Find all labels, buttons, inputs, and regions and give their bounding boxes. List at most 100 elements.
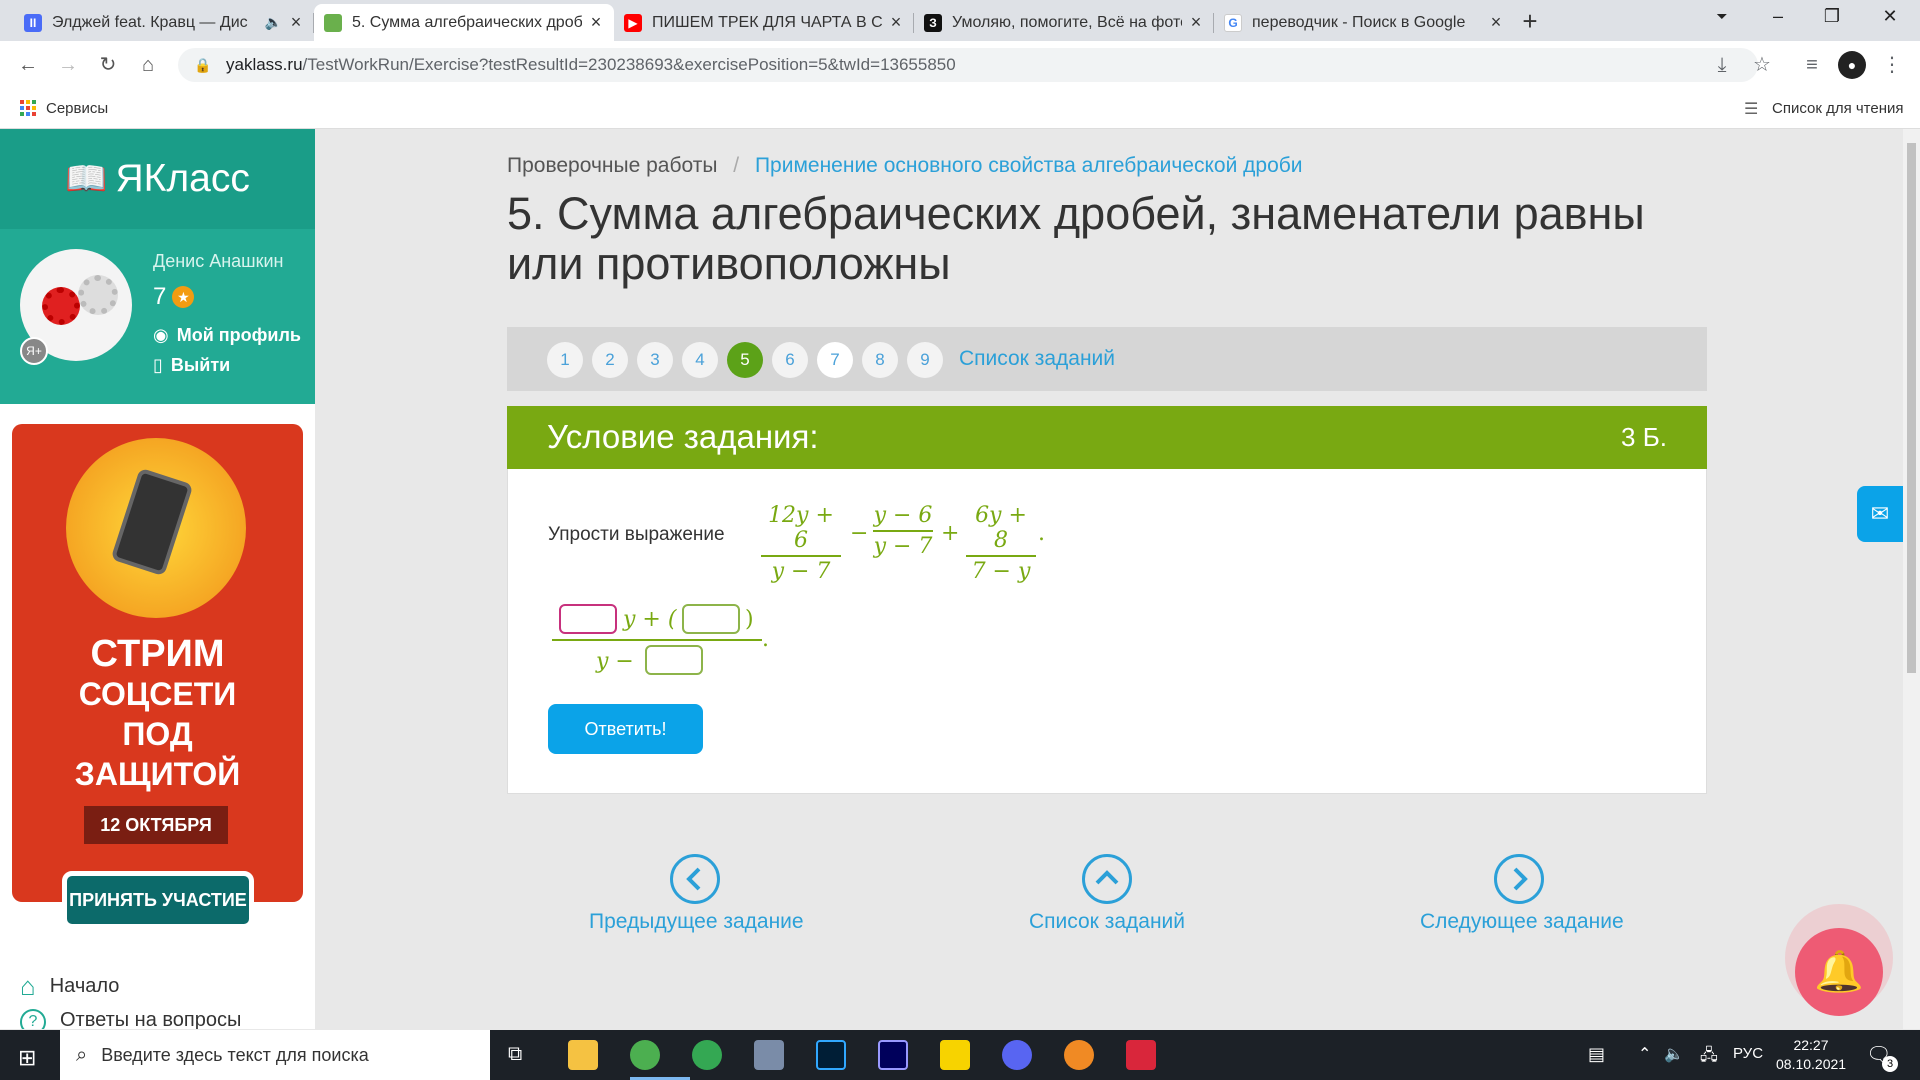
chrome-icon[interactable] (692, 1040, 722, 1070)
breadcrumb-root[interactable]: Проверочные работы (507, 154, 717, 177)
news-widget-icon[interactable]: ▤ (1588, 1044, 1605, 1065)
rank-badge-icon: Я+ (20, 337, 48, 365)
answer-denominator-input[interactable] (645, 645, 703, 675)
page-number[interactable]: 3 (637, 342, 673, 378)
math-period: . (1038, 521, 1045, 546)
next-task-link[interactable]: Следующее задание (1420, 910, 1624, 934)
bookmark-star-icon[interactable]: ☆ (1748, 51, 1776, 79)
tab-yaklass[interactable]: 5. Сумма алгебраических дробе × (314, 4, 614, 41)
close-icon[interactable]: × (588, 12, 604, 33)
page-number[interactable]: 8 (862, 342, 898, 378)
yaklass-logo[interactable]: 📖 ЯКласс (0, 129, 315, 229)
bell-icon[interactable]: 🔔 (1795, 928, 1883, 1016)
task-list-bottom-link[interactable]: Список заданий (1029, 910, 1185, 934)
answer-numerator-coef-input[interactable] (559, 604, 617, 634)
task-body: Упрости выражение 12y + 6 y − 7 − y − 6 … (507, 469, 1707, 794)
page-number-current[interactable]: 5 (727, 342, 763, 378)
network-icon[interactable]: 🖧 (1700, 1044, 1718, 1071)
task-prompt: Упрости выражение (548, 524, 725, 545)
window-close-icon[interactable]: ✕ (1870, 6, 1910, 34)
chrome-icon[interactable] (630, 1040, 660, 1070)
prev-task-link[interactable]: Предыдущее задание (589, 910, 804, 934)
tab-music[interactable]: II Элджей feat. Кравц — Дис 🔈 × (14, 4, 314, 41)
photoshop-icon[interactable] (816, 1040, 846, 1070)
new-tab-plus-icon[interactable]: + (1516, 8, 1544, 36)
reload-icon[interactable]: ↻ (94, 51, 122, 79)
phone-explosion-illustration (66, 438, 246, 618)
page-scrollbar[interactable] (1903, 129, 1920, 1029)
breadcrumb-current[interactable]: Применение основного свойства алгебраиче… (755, 154, 1303, 177)
install-icon[interactable]: ⤓ (1708, 51, 1736, 79)
close-icon[interactable]: × (1188, 12, 1204, 33)
tab-google[interactable]: G переводчик - Поиск в Google × (1214, 4, 1514, 41)
page-number[interactable]: 7 (817, 342, 853, 378)
bookmarks-apps-link[interactable]: Сервисы (46, 100, 108, 117)
chevron-left-icon[interactable] (670, 854, 720, 904)
user-name[interactable]: Денис Анашкин (153, 251, 283, 272)
logout-link[interactable]: ▯ Выйти (153, 355, 230, 376)
clock-time: 22:27 (1793, 1037, 1829, 1053)
page-number[interactable]: 6 (772, 342, 808, 378)
page-number[interactable]: 4 (682, 342, 718, 378)
promo-participate-button[interactable]: ПРИНЯТЬ УЧАСТИЕ (62, 871, 254, 929)
page-number[interactable]: 2 (592, 342, 628, 378)
sidebar-item-answers[interactable]: ? Ответы на вопросы (20, 1009, 241, 1029)
scrollbar-thumb[interactable] (1907, 143, 1916, 673)
submit-answer-button[interactable]: Ответить! (548, 704, 703, 754)
logo-text: ЯКласс (115, 157, 250, 200)
close-icon[interactable]: × (1488, 12, 1504, 33)
fraction-bar (761, 555, 841, 557)
page-number[interactable]: 1 (547, 342, 583, 378)
star-icon: ★ (172, 286, 195, 308)
taskbar-search-placeholder: Введите здесь текст для поиска (101, 1044, 369, 1065)
gear-icon (42, 287, 80, 325)
screen-recorder-icon[interactable] (1126, 1040, 1156, 1070)
task-view-icon[interactable]: ⧉ (508, 1043, 522, 1066)
task-points: 3 Б. (1621, 422, 1667, 452)
close-icon[interactable]: × (288, 12, 304, 33)
forward-arrow-icon[interactable]: → (54, 51, 82, 79)
taskbar-search[interactable]: ⌕ Введите здесь текст для поиска (60, 1030, 490, 1080)
file-explorer-icon[interactable] (568, 1040, 598, 1070)
fl-studio-icon[interactable] (1064, 1040, 1094, 1070)
back-arrow-icon[interactable]: ← (14, 51, 42, 79)
answer-paren: ) (745, 607, 754, 632)
reading-list-icon[interactable]: ☰ (1744, 99, 1758, 119)
media-control-icon[interactable]: ≡ (1798, 51, 1826, 79)
volume-icon[interactable]: 🔈 (1664, 1044, 1684, 1064)
profile-link[interactable]: ◉ Мой профиль (153, 325, 301, 346)
speaker-icon[interactable]: 🔈 (265, 14, 282, 31)
windows-start-icon[interactable]: ⊞ (18, 1045, 36, 1071)
restore-icon[interactable]: ❐ (1812, 6, 1852, 34)
media-player-icon[interactable] (754, 1040, 784, 1070)
promo-banner[interactable]: СТРИМ СОЦСЕТИ ПОД ЗАЩИТОЙ 12 ОКТЯБРЯ (12, 424, 303, 902)
profile-avatar-icon[interactable]: ● (1838, 51, 1866, 79)
menu-dots-icon[interactable]: ⋮ (1878, 51, 1906, 79)
chevron-up-icon[interactable] (1082, 854, 1132, 904)
home-icon[interactable]: ⌂ (134, 51, 162, 79)
address-bar[interactable]: 🔒 yaklass.ru/TestWorkRun/Exercise?testRe… (178, 48, 1758, 82)
player-icon[interactable] (940, 1040, 970, 1070)
fraction-numerator: y − 6 (873, 503, 933, 528)
audition-icon[interactable] (878, 1040, 908, 1070)
feedback-mail-icon[interactable]: ✉ (1857, 486, 1903, 542)
tab-youtube[interactable]: ▶ ПИШЕМ ТРЕК ДЛЯ ЧАРТА В СТ × (614, 4, 914, 41)
reading-list-link[interactable]: Список для чтения (1772, 100, 1904, 117)
answer-numerator-text: y + ( (623, 607, 677, 632)
sidebar-item-home[interactable]: ⌂ Начало (20, 971, 119, 1002)
close-icon[interactable]: × (888, 12, 904, 33)
discord-icon[interactable] (1002, 1040, 1032, 1070)
tab-search-icon[interactable]: ⏷ (1702, 8, 1742, 36)
promo-line: ЗАЩИТОЙ (74, 756, 241, 792)
chevron-right-icon[interactable] (1494, 854, 1544, 904)
apps-grid-icon[interactable] (20, 100, 36, 116)
task-list-link[interactable]: Список заданий (959, 347, 1115, 371)
clock[interactable]: 22:27 08.10.2021 (1776, 1036, 1846, 1074)
fraction-denominator: y − 7 (771, 559, 831, 584)
minimize-icon[interactable]: – (1758, 6, 1798, 34)
language-indicator[interactable]: РУС (1733, 1045, 1763, 1062)
answer-numerator-const-input[interactable] (682, 604, 740, 634)
tab-znanija[interactable]: З Умоляю, помогите, Всё на фото × (914, 4, 1214, 41)
page-number[interactable]: 9 (907, 342, 943, 378)
tray-chevron-icon[interactable]: ⌃ (1638, 1044, 1651, 1064)
